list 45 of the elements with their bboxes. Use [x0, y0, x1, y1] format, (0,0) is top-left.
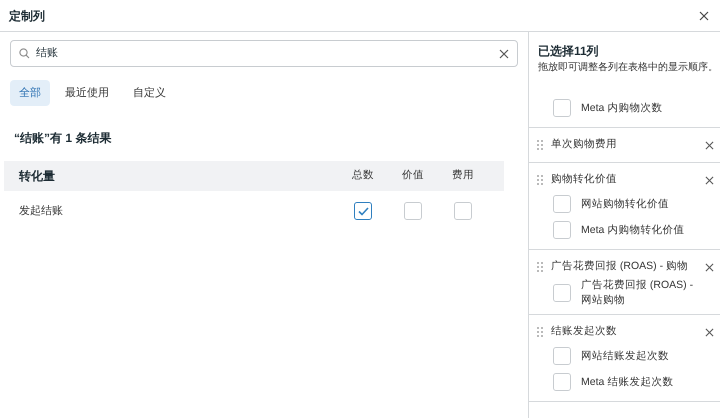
- tab[interactable]: 最近使用: [56, 80, 118, 106]
- tab[interactable]: 自定义: [124, 80, 175, 106]
- search-icon: [19, 48, 30, 59]
- sub-column-label: 网站购物转化价值: [581, 196, 669, 212]
- checkbox[interactable]: [553, 195, 571, 213]
- group-title: 转化量: [19, 168, 56, 185]
- drag-handle-icon[interactable]: [537, 327, 543, 337]
- metric-name: 发起结账: [19, 204, 64, 219]
- close-icon[interactable]: [499, 48, 509, 58]
- checkbox[interactable]: [553, 373, 571, 391]
- checkbox[interactable]: [553, 221, 571, 239]
- drag-handle-icon[interactable]: [537, 175, 543, 185]
- column-header: 费用: [451, 168, 475, 184]
- sub-column-label: Meta 结账发起次数: [581, 374, 674, 390]
- panel-title: 已选择11列: [538, 43, 600, 60]
- checkbox[interactable]: [404, 202, 422, 220]
- checkbox[interactable]: [553, 99, 571, 117]
- search-field[interactable]: 结账: [10, 40, 518, 67]
- close-icon: [699, 10, 709, 20]
- checkbox[interactable]: [553, 284, 571, 302]
- column-label: 购物转化价值: [551, 172, 618, 188]
- panel-subtitle: 拖放即可调整各列在表格中的显示顺序。: [538, 60, 711, 75]
- sub-column-label: Meta 内购物次数: [581, 100, 662, 116]
- dialog-title: 定制列: [9, 8, 45, 24]
- column-header: 总数: [351, 168, 375, 184]
- result-count: “结账”有 1 条结果: [14, 130, 112, 147]
- close-icon[interactable]: [705, 328, 714, 336]
- check-icon: [358, 206, 368, 216]
- column-label: 广告花费回报 (ROAS) - 购物: [551, 259, 689, 274]
- column-label: 结账发起次数: [551, 324, 618, 340]
- checkbox[interactable]: [354, 202, 372, 220]
- sub-column-label: 广告花费回报 (ROAS) - 网站购物: [581, 278, 694, 308]
- checkbox[interactable]: [454, 202, 472, 220]
- sub-column-label: Meta 内购物转化价值: [581, 222, 684, 238]
- column-label: 单次购物费用: [551, 137, 618, 152]
- checkbox[interactable]: [553, 347, 571, 365]
- close-button[interactable]: [697, 8, 711, 22]
- close-icon[interactable]: [705, 140, 714, 150]
- drag-handle-icon[interactable]: [537, 262, 543, 272]
- column-header: 价值: [401, 168, 425, 184]
- sub-column-label: 网站结账发起次数: [581, 348, 669, 364]
- drag-handle-icon[interactable]: [537, 140, 543, 150]
- close-icon[interactable]: [705, 262, 714, 272]
- close-icon[interactable]: [705, 176, 714, 184]
- tab[interactable]: 全部: [10, 80, 50, 106]
